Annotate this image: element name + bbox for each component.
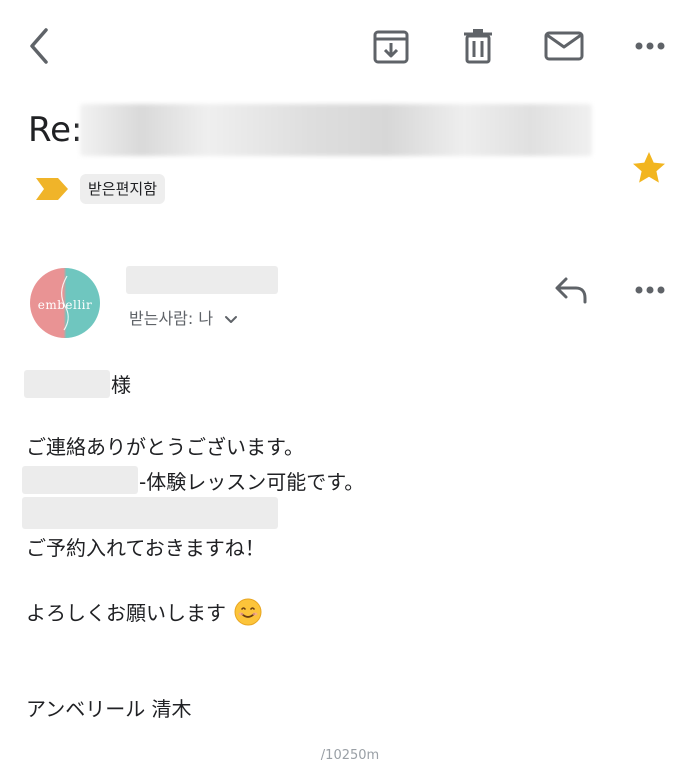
avatar-text: embellir [37, 298, 93, 312]
subject-redacted [80, 104, 592, 156]
message-more-icon[interactable] [634, 284, 666, 296]
star-icon[interactable] [631, 150, 667, 186]
recipient-label: 받는사람: 나 [129, 309, 214, 328]
smiling-face-emoji-icon [234, 598, 262, 626]
avatar[interactable]: embellir [30, 268, 100, 338]
body-redacted-1 [22, 466, 138, 494]
trash-icon[interactable] [462, 28, 494, 64]
body-line-3: ご予約入れておきますね！ [26, 536, 265, 560]
body-line-1: ご連絡ありがとうございます。 [26, 435, 304, 459]
envelope-icon[interactable] [544, 31, 584, 61]
archive-icon[interactable] [373, 30, 409, 64]
label-chip-inbox[interactable]: 받은편지함 [80, 174, 166, 204]
reply-icon[interactable] [554, 276, 588, 304]
back-button[interactable] [26, 26, 54, 66]
more-options-icon[interactable] [634, 40, 666, 52]
sender-name-redacted [126, 266, 278, 294]
greeting-suffix: 様 [111, 373, 131, 397]
recipient-details[interactable]: 받는사람: 나 [129, 309, 238, 329]
body-line-4-text: よろしくお願いします [26, 601, 226, 625]
signature: アンベリール 清木 [26, 697, 192, 721]
body-line-4: よろしくお願いします [26, 598, 262, 626]
footer-text: /10250m [320, 748, 380, 763]
recipient-name-redacted [24, 370, 110, 398]
importance-marker-icon [36, 178, 68, 200]
body-redacted-2 [22, 497, 278, 529]
chevron-down-icon[interactable] [224, 315, 238, 325]
subject-prefix: Re: [28, 110, 83, 150]
body-line-2: -体験レッスン可能です。 [139, 470, 365, 494]
